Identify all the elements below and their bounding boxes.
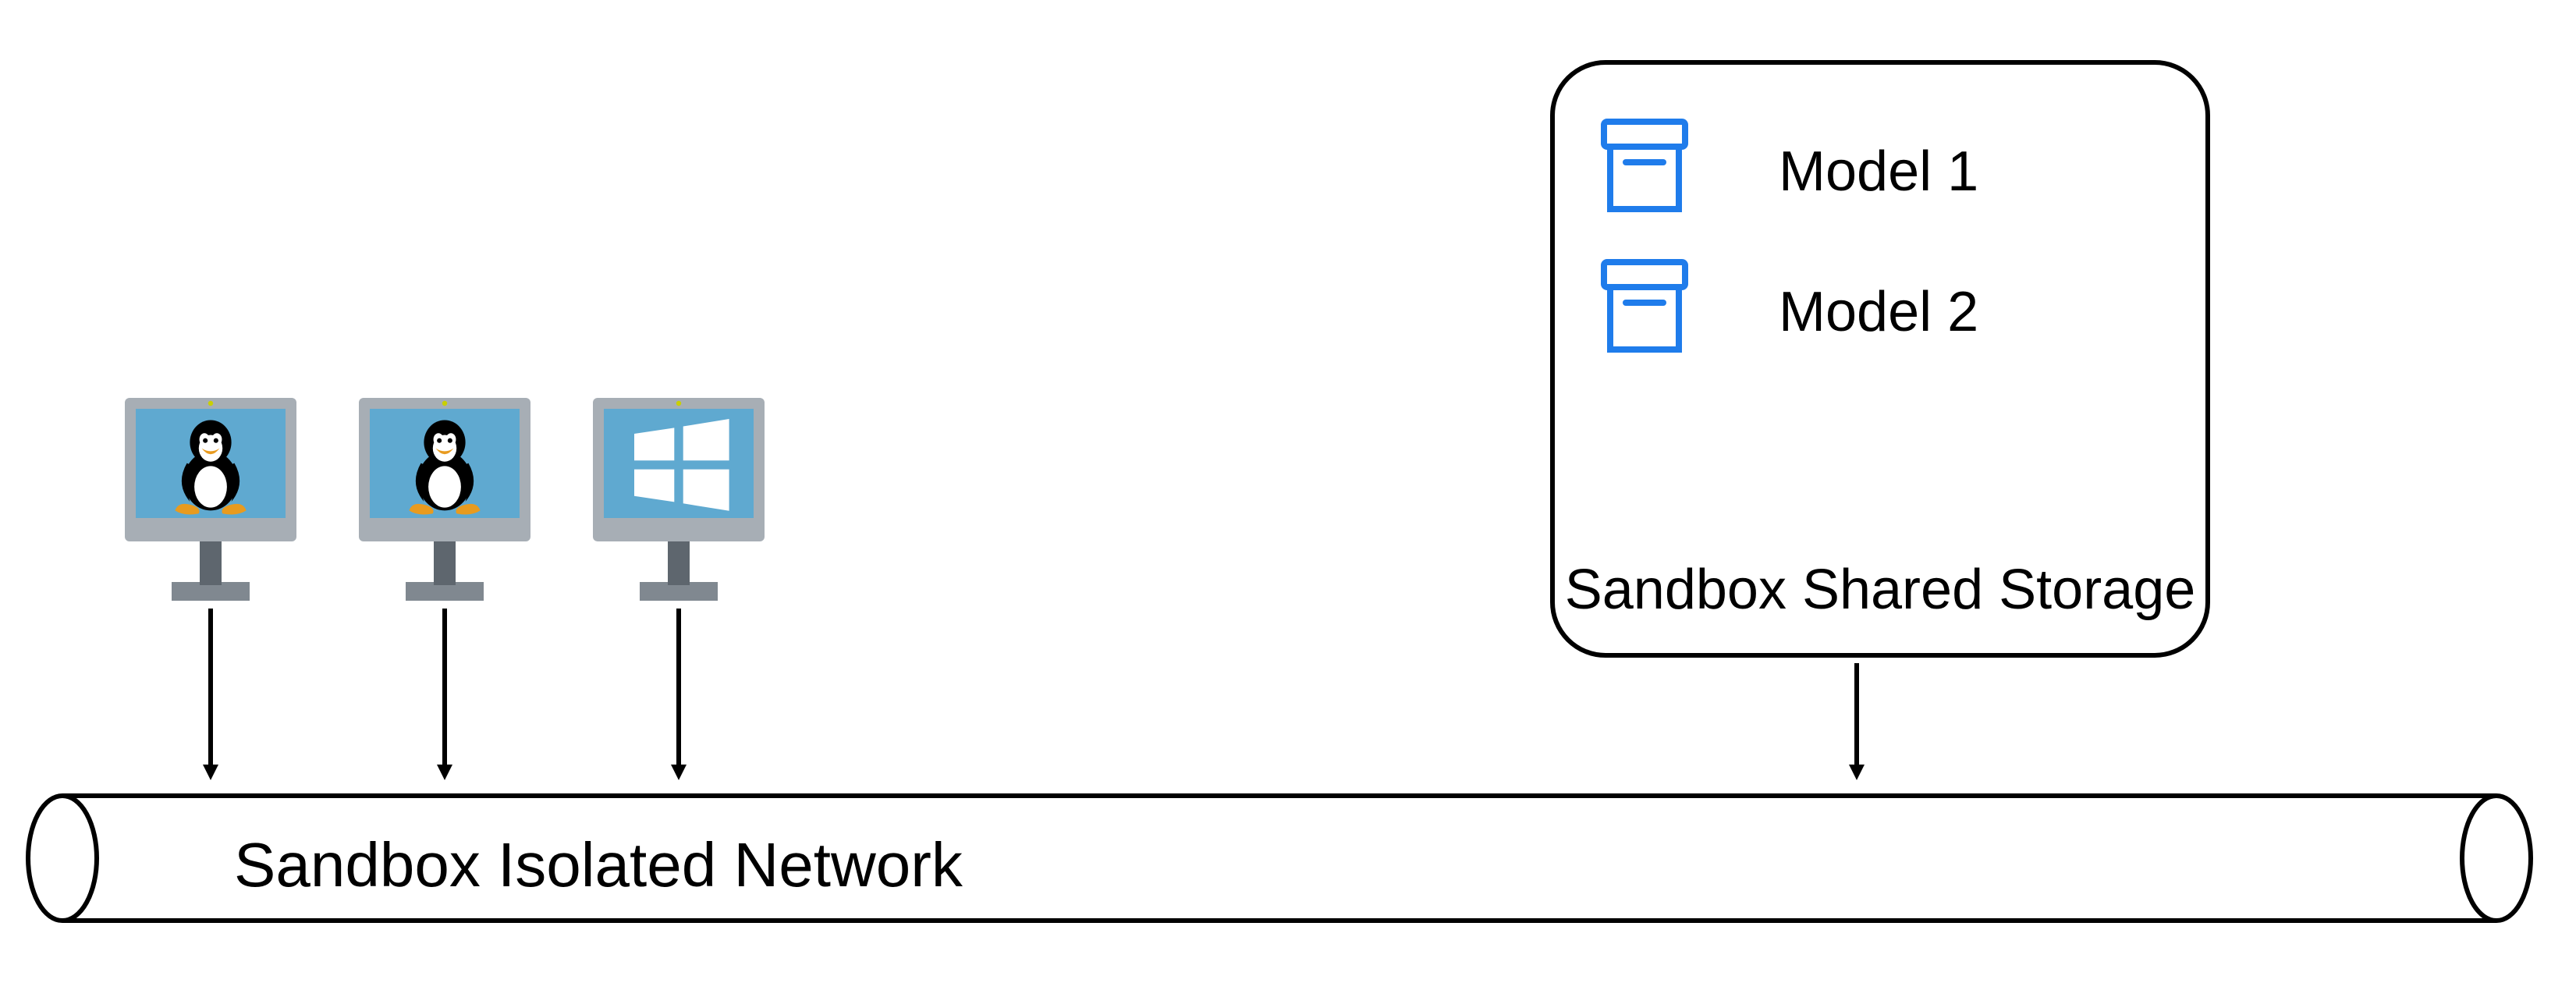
network-bus: Sandbox Isolated Network <box>28 796 2531 921</box>
storage-item-label: Model 2 <box>1779 281 1978 343</box>
monitor-icon <box>593 398 765 601</box>
computer-linux-2 <box>359 398 530 601</box>
computer-linux-1 <box>125 398 296 601</box>
storage-item-label: Model 1 <box>1779 140 1978 203</box>
diagram-root: Sandbox Isolated Network Model 1 <box>0 0 2576 983</box>
storage-box: Model 1 Model 2 Sandbox Shared Storage <box>1552 62 2208 655</box>
computer-windows-1 <box>593 398 765 601</box>
network-label: Sandbox Isolated Network <box>234 830 963 900</box>
storage-title: Sandbox Shared Storage <box>1565 559 2196 621</box>
